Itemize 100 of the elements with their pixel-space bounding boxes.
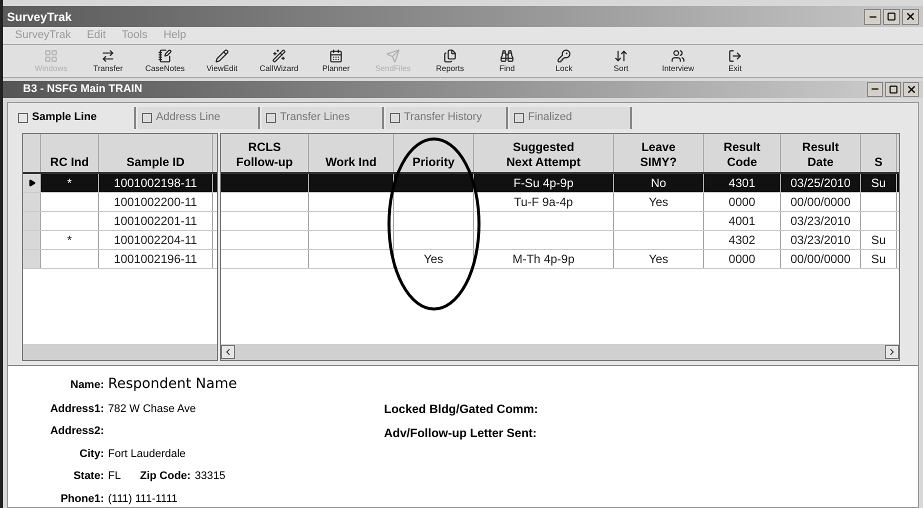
pencil-icon — [215, 48, 229, 63]
table-row[interactable]: 1001002201-11 — [23, 212, 217, 230]
calendar-icon — [329, 48, 343, 63]
table-row[interactable]: F-Su 4p-9p No 4301 03/25/2010 Su — [221, 174, 899, 192]
table-row[interactable]: 4302 03/23/2010 Su — [221, 230, 899, 250]
minimize-button[interactable] — [864, 8, 881, 25]
people-icon — [671, 48, 685, 63]
table-cell-text: Tu-F 9a-4p — [514, 194, 573, 210]
column-header[interactable]: RC Ind — [41, 134, 99, 172]
sort-icon — [614, 48, 628, 63]
table-cell-text: 1001002201-11 — [114, 212, 198, 230]
table-row[interactable]: 1001002196-11 — [23, 250, 217, 268]
tab-icon — [390, 112, 400, 122]
tab-icon — [18, 112, 28, 122]
table-cell-text: Su — [871, 174, 886, 192]
key-icon — [557, 48, 571, 63]
column-header[interactable]: Work Ind — [309, 134, 394, 172]
child-window-title: B3 - NSFG Main TRAIN — [23, 82, 142, 97]
close-icon — [905, 11, 916, 22]
field-label: Locked Bldg/Gated Comm: — [384, 400, 538, 418]
table-cell-text: 1001002200-11 — [114, 194, 198, 210]
column-header[interactable]: Result Code — [704, 134, 781, 172]
table-cell-text: 4301 — [728, 174, 756, 192]
column-header[interactable]: Leave SIMY? — [614, 134, 704, 172]
maximize-button[interactable] — [883, 8, 900, 25]
table-cell-text: 03/23/2010 — [790, 212, 851, 230]
column-header[interactable]: Sample ID — [99, 134, 213, 172]
field-label: Address2: — [49, 424, 104, 439]
table-cell-text: 03/25/2010 — [790, 174, 851, 192]
table-cell-text: 1001002196-11 — [114, 250, 198, 268]
exit-icon — [728, 48, 742, 63]
field-label: Zip Code: — [140, 469, 191, 484]
column-header[interactable]: Suggested Next Attempt — [474, 134, 614, 172]
column-header[interactable]: S — [861, 134, 897, 172]
window-title: SurveyTrak — [7, 8, 72, 26]
column-header[interactable]: Result Date — [781, 134, 861, 172]
table-cell-text: 4302 — [728, 232, 756, 248]
toolbar-button[interactable]: Transfer — [84, 48, 132, 73]
toolbar-button[interactable]: Planner — [312, 48, 360, 73]
table-cell-text: 1001002204-11 — [114, 232, 198, 248]
table-cell-text: Su — [871, 250, 886, 268]
field-label: Address1: — [49, 402, 104, 416]
table-cell-text: 1001002198-11 — [114, 174, 198, 192]
maximize-button[interactable] — [885, 82, 901, 97]
table-cell-text: No — [650, 174, 666, 192]
field-value: 33315 — [194, 469, 226, 484]
toolbar-button[interactable]: CaseNotes — [141, 48, 189, 73]
close-button[interactable] — [902, 8, 919, 25]
table-row[interactable]: * 1001002204-11 — [23, 230, 217, 250]
field-value: (111) 111-1111 — [108, 492, 178, 506]
field-label: Phone1: — [60, 492, 104, 506]
field-label: Name: — [69, 378, 104, 392]
table-row[interactable]: 4001 03/23/2010 — [221, 212, 899, 230]
table-cell-text: Su — [871, 232, 886, 248]
binoculars-icon — [500, 48, 514, 63]
column-header[interactable]: Priority — [394, 134, 474, 172]
table-row[interactable]: Tu-F 9a-4p Yes 0000 00/00/0000 — [221, 192, 899, 212]
table-cell-text: F-Su 4p-9p — [513, 174, 574, 192]
tab-icon — [514, 112, 524, 122]
toolbar-button[interactable]: ViewEdit — [198, 48, 246, 73]
table-cell-text: M-Th 4p-9p — [512, 250, 575, 268]
table-cell-text: 00/00/0000 — [790, 250, 851, 268]
toolbar-button[interactable]: Find — [483, 48, 531, 73]
close-button[interactable] — [903, 82, 919, 97]
toolbar-button[interactable]: Sort — [597, 48, 645, 73]
tab-icon — [266, 112, 276, 122]
table-cell-text: * — [67, 174, 72, 192]
field-value: 782 W Chase Ave — [108, 402, 196, 416]
grid-icon — [44, 48, 58, 63]
close-icon — [906, 84, 916, 95]
table-cell-text: Yes — [648, 250, 668, 268]
maximize-icon — [888, 84, 898, 94]
send-icon — [386, 48, 400, 63]
arrows-icon — [101, 48, 115, 63]
table-cell-text: Yes — [648, 194, 668, 210]
field-value: Fort Lauderdale — [108, 446, 186, 462]
table-cell-text: 0000 — [728, 250, 756, 268]
table-cell-text: 4001 — [728, 212, 756, 230]
toolbar-button[interactable]: CallWizard — [255, 48, 303, 73]
field-label: City: — [78, 446, 104, 462]
toolbar-button[interactable]: Exit — [711, 48, 759, 73]
column-header[interactable]: RCLS Follow-up — [221, 134, 309, 172]
maximize-icon — [887, 12, 896, 22]
table-row[interactable]: * 1001002198-11 — [23, 174, 217, 192]
horizontal-scrollbar[interactable] — [221, 344, 899, 360]
field-label: State: — [72, 469, 104, 484]
table-cell-text: 00/00/0000 — [790, 194, 851, 210]
toolbar-button[interactable]: Lock — [540, 48, 588, 73]
minimize-button[interactable] — [867, 82, 883, 97]
table-row[interactable]: Yes M-Th 4p-9p Yes 0000 00/00/0000 Su — [221, 250, 899, 268]
field-value: Respondent Name — [108, 374, 237, 394]
table-cell-text: Yes — [424, 250, 444, 268]
table-cell-text: * — [67, 232, 72, 248]
toolbar-button[interactable]: Interview — [654, 48, 702, 73]
toolbar-button[interactable]: Reports — [426, 48, 474, 73]
wand-icon — [272, 48, 286, 63]
table-row[interactable]: 1001002200-11 — [23, 192, 217, 212]
notebook-icon — [158, 48, 172, 63]
row-pointer-icon — [28, 178, 36, 186]
table-cell-text: 0000 — [728, 194, 756, 210]
